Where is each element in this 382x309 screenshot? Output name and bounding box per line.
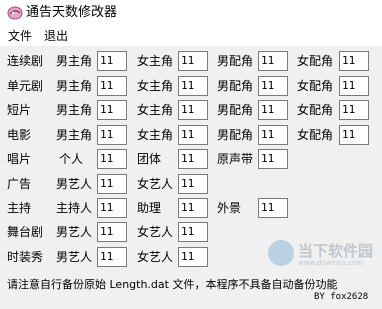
title-bar[interactable]: 通告天数修改器 [0,0,382,26]
field-label: 女主角 [137,54,174,68]
field-label: 女艺人 [137,250,174,264]
field-label: 女配角 [297,79,334,93]
days-input[interactable]: 11 [97,198,127,218]
days-input[interactable]: 11 [97,222,127,242]
days-input[interactable]: 11 [178,51,208,71]
field-label: 男主角 [56,54,93,68]
days-input[interactable]: 11 [258,100,288,120]
days-input[interactable]: 11 [258,76,288,96]
field-label: 男艺人 [56,177,93,191]
menu-bar: 文件 退出 [0,26,382,46]
field-label: 主持人 [56,201,93,215]
days-input[interactable]: 11 [178,247,208,267]
days-input[interactable]: 11 [97,100,127,120]
field-label: 原声带 [217,152,254,166]
days-input[interactable]: 11 [258,149,288,169]
field-label: 外景 [217,201,242,215]
days-input[interactable]: 11 [97,125,127,145]
watermark-url: www.downxia.com [298,259,364,267]
days-input[interactable]: 11 [178,125,208,145]
field-label: 男配角 [217,79,254,93]
field-label: 男主角 [56,103,93,117]
watermark-icon [268,240,294,266]
days-input[interactable]: 11 [258,198,288,218]
field-label: 男配角 [217,103,254,117]
days-input[interactable]: 11 [178,198,208,218]
category-label-short-film: 短片 [7,103,32,117]
watermark-text: 当下软件园 [298,242,374,260]
field-label: 助理 [137,201,162,215]
field-label: 个人 [59,152,84,166]
field-label: 男主角 [56,128,93,142]
field-label: 女主角 [137,79,174,93]
field-label: 男主角 [56,79,93,93]
field-label: 男配角 [217,128,254,142]
days-input[interactable]: 11 [178,100,208,120]
field-label: 女艺人 [137,177,174,191]
field-label: 男艺人 [56,225,93,239]
backup-notice: 请注意自行备份原始 Length.dat 文件，本程序不具备自动备份功能 [7,278,338,291]
days-input[interactable]: 11 [178,149,208,169]
category-label-host: 主持 [7,201,32,215]
days-input[interactable]: 11 [258,125,288,145]
category-label-movie: 电影 [7,128,32,142]
days-input[interactable]: 11 [178,222,208,242]
window-title: 通告天数修改器 [26,5,118,20]
field-label: 团体 [137,152,162,166]
days-input[interactable]: 11 [97,174,127,194]
field-label: 女配角 [297,54,334,68]
menu-exit[interactable]: 退出 [44,28,68,44]
field-label: 女主角 [137,103,174,117]
menu-file[interactable]: 文件 [8,28,32,44]
category-label-ad: 广告 [7,177,32,191]
days-input[interactable]: 11 [97,76,127,96]
days-input[interactable]: 11 [339,51,369,71]
category-label-stage-play: 舞台剧 [7,225,44,239]
days-input[interactable]: 11 [97,149,127,169]
category-label-drama: 连续剧 [7,54,44,68]
days-input[interactable]: 11 [97,51,127,71]
days-input[interactable]: 11 [178,174,208,194]
field-label: 女主角 [137,128,174,142]
days-input[interactable]: 11 [178,76,208,96]
field-label: 男艺人 [56,250,93,264]
days-input[interactable]: 11 [339,100,369,120]
category-label-fashion-show: 时装秀 [7,250,44,264]
field-label: 男配角 [217,54,254,68]
app-icon [7,6,23,20]
field-label: 女配角 [297,128,334,142]
category-label-unit-drama: 单元剧 [7,79,44,93]
watermark-logo: 当下软件园 www.downxia.com [268,238,380,272]
category-label-album: 唱片 [7,152,32,166]
days-input[interactable]: 11 [258,51,288,71]
days-input[interactable]: 11 [339,76,369,96]
author-credit: BY fox2628 [314,292,369,302]
field-label: 女艺人 [137,225,174,239]
days-input[interactable]: 11 [97,247,127,267]
field-label: 女配角 [297,103,334,117]
days-input[interactable]: 11 [339,125,369,145]
